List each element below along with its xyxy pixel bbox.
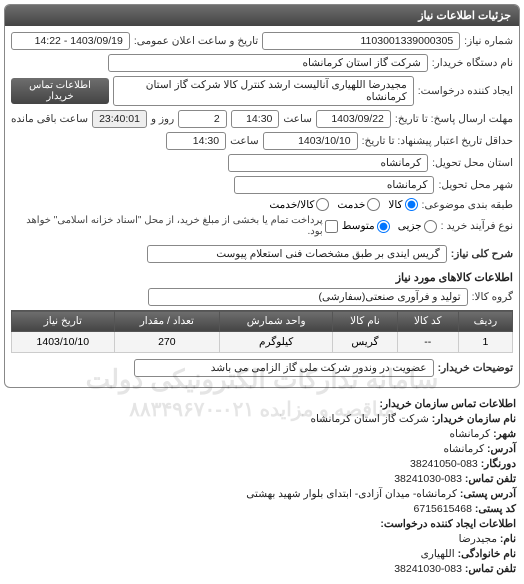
org-label: نام سازمان خریدار: [432,413,516,425]
goods-group-field: تولید و فرآوری صنعتی(سفارشی) [148,288,468,306]
first-value: مجیدرضا [459,533,497,545]
radio-kalakhadmat[interactable]: کالا/خدمت [269,198,329,211]
reply-time-field: 14:30 [231,110,280,128]
zip-value: 6715615468 [414,503,472,515]
need-title-field: گریس ایندی بر طبق مشخصات فنی استعلام پیو… [147,245,447,263]
th-date: تاریخ نیاز [12,311,115,332]
org-value: شرکت گاز استان کرمانشاه [310,413,428,425]
buyer-org-field: شرکت گاز استان کرمانشاه [108,54,428,72]
delivery-state-label: استان محل تحویل: [432,157,513,169]
class-radio-group: کالا خدمت کالا/خدمت [269,198,417,211]
details-panel: جزئیات اطلاعات نیاز شماره نیاز: 11030013… [4,4,520,388]
buyer-note-field: عضویت در وندور شرکت ملی گاز الزامی می با… [134,359,434,377]
creator-label: ایجاد کننده درخواست: [418,85,513,97]
cell-date: 1403/10/10 [12,332,115,353]
th-name: نام کالا [333,311,398,332]
delivery-state-field: کرمانشاه [228,154,428,172]
city-value: کرمانشاه [450,428,491,440]
panel-title: جزئیات اطلاعات نیاز [5,5,519,26]
buyer-org-label: نام دستگاه خریدار: [432,57,513,69]
phone-value: 083-38241030 [394,473,462,485]
city-label: شهر: [493,428,516,440]
radio-medium-input[interactable] [377,220,390,233]
reply-time-label: ساعت [283,113,312,125]
days-field: 2 [178,110,227,128]
goods-section-title: اطلاعات کالاهای مورد نیاز [11,271,513,284]
radio-medium[interactable]: متوسط [342,220,390,233]
reply-deadline-label: مهلت ارسال پاسخ: تا تاریخ: [395,113,513,125]
remain-time-field: 23:40:01 [92,110,147,128]
need-no-label: شماره نیاز: [464,35,513,47]
cell-qty: 270 [114,332,219,353]
goods-group-label: گروه کالا: [472,291,513,303]
phone-label: تلفن تماس: [465,473,516,485]
validity-label: حداقل تاریخ اعتبار پیشنهاد: تا تاریخ: [362,135,513,147]
validity-date-field: 1403/10/10 [263,132,358,150]
need-no-field: 1103001339000305 [262,32,460,50]
radio-kala[interactable]: کالا [388,198,417,211]
fax-label: دورنگار: [481,458,516,470]
cell-idx: 1 [458,332,512,353]
address-label: آدرس: [487,443,516,455]
th-idx: ردیف [458,311,512,332]
validity-time-label: ساعت [230,135,259,147]
req-section-title: اطلاعات ایجاد کننده درخواست: [380,518,516,530]
purchase-type-label: نوع فرآیند خرید : [441,220,513,232]
radio-partial[interactable]: جزیی [398,220,437,233]
cphone-value: 083-38241030 [394,563,462,575]
radio-kalakhadmat-input[interactable] [316,198,329,211]
announce-field: 1403/09/19 - 14:22 [11,32,130,50]
class-label: طبقه بندی موضوعی: [422,199,513,211]
table-header-row: ردیف کد کالا نام کالا واحد شمارش تعداد /… [12,311,513,332]
need-title-label: شرح کلی نیاز: [451,248,513,260]
buyer-note-label: توضیحات خریدار: [438,362,513,374]
last-label: نام خانوادگی: [458,548,516,560]
delivery-city-field: کرمانشاه [234,176,434,194]
table-row: 1 -- گریس کیلوگرم 270 1403/10/10 [12,332,513,353]
radio-khadmat[interactable]: خدمت [337,198,380,211]
zip-label: کد پستی: [475,503,516,515]
remain-label: ساعت باقی مانده [11,113,88,125]
panel-body: شماره نیاز: 1103001339000305 تاریخ و ساع… [5,26,519,387]
reply-date-field: 1403/09/22 [316,110,391,128]
postal-value: کرمانشاه- میدان آزادی- ابتدای بلوار شهید… [246,488,457,500]
address-value: کرمانشاه [443,443,484,455]
last-value: اللهیاری [421,548,455,560]
contact-button[interactable]: اطلاعات تماس خریدار [11,78,109,104]
radio-khadmat-input[interactable] [367,198,380,211]
postal-label: آدرس پستی: [460,488,516,500]
cell-name: گریس [333,332,398,353]
radio-kala-input[interactable] [405,198,418,211]
first-label: نام: [500,533,516,545]
goods-table: ردیف کد کالا نام کالا واحد شمارش تعداد /… [11,310,513,353]
validity-time-field: 14:30 [166,132,226,150]
days-label: روز و [151,113,174,125]
th-code: کد کالا [397,311,458,332]
delivery-city-label: شهر محل تحویل: [438,179,513,191]
creator-field: مجیدرضا اللهیاری آنالیست ارشد کنترل کالا… [113,76,414,106]
contact-info-block: اطلاعات تماس سازمان خریدار: نام سازمان خ… [0,392,524,584]
th-unit: واحد شمارش [220,311,333,332]
cell-code: -- [397,332,458,353]
contact-section-title: اطلاعات تماس سازمان خریدار: [380,398,516,410]
th-qty: تعداد / مقدار [114,311,219,332]
radio-partial-input[interactable] [424,220,437,233]
treasury-checkbox-input[interactable] [325,220,338,233]
announce-label: تاریخ و ساعت اعلان عمومی: [134,35,258,47]
fax-value: 083-38241050 [410,458,478,470]
purchase-radio-group: جزیی متوسط [342,220,437,233]
cphone-label: تلفن تماس: [465,563,516,575]
cell-unit: کیلوگرم [220,332,333,353]
treasury-checkbox[interactable]: پرداخت تمام یا بخشی از مبلغ خرید، از محل… [11,215,338,237]
